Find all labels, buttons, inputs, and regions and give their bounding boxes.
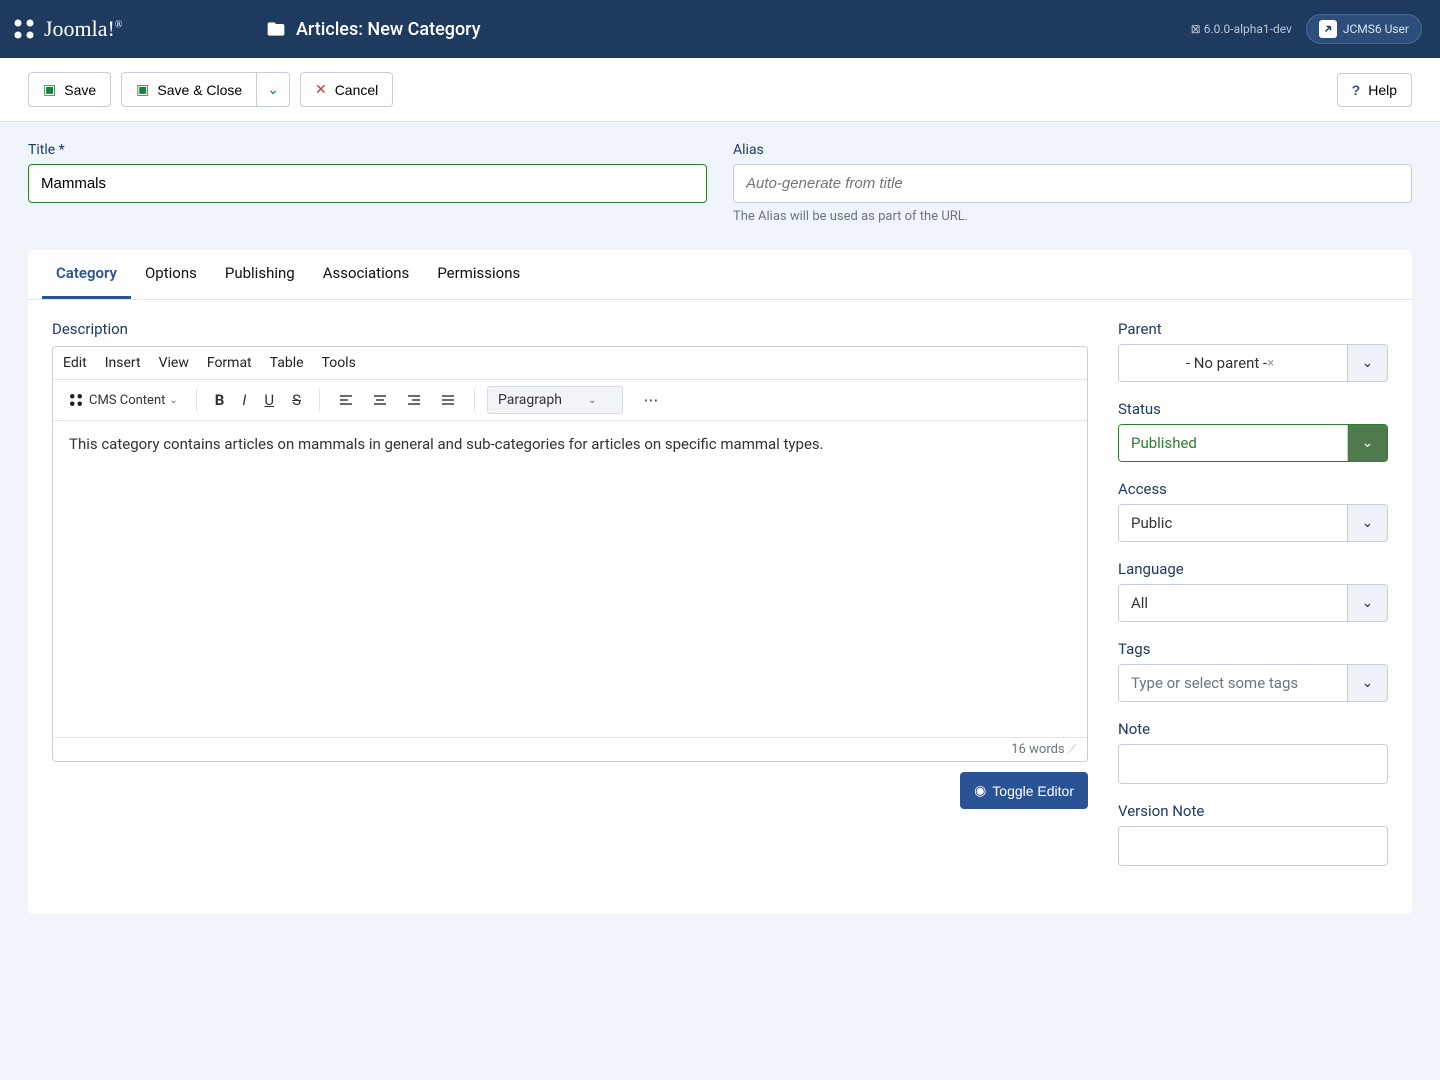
note-label: Note: [1118, 720, 1388, 738]
underline-button[interactable]: U: [258, 387, 280, 413]
user-menu[interactable]: JCMS6 User: [1306, 14, 1422, 44]
chevron-down-icon: ⌄: [1347, 345, 1387, 381]
toggle-editor-button[interactable]: ◉ Toggle Editor: [960, 772, 1088, 809]
save-close-dropdown[interactable]: ⌄: [256, 72, 290, 107]
strikethrough-button[interactable]: S: [286, 387, 307, 413]
external-link-icon: [1319, 20, 1337, 38]
language-label: Language: [1118, 560, 1388, 578]
language-select[interactable]: All ⌄: [1118, 584, 1388, 622]
user-name: JCMS6 User: [1343, 22, 1409, 36]
parent-select[interactable]: - No parent -× ⌄: [1118, 344, 1388, 382]
tab-permissions[interactable]: Permissions: [423, 250, 534, 299]
tags-select[interactable]: Type or select some tags ⌄: [1118, 664, 1388, 702]
eye-icon: ◉: [974, 782, 986, 799]
save-close-group: ▣ Save & Close ⌄: [121, 72, 290, 107]
note-input[interactable]: [1118, 744, 1388, 784]
editor: Edit Insert View Format Table Tools CMS …: [52, 346, 1088, 762]
editor-body[interactable]: This category contains articles on mamma…: [53, 421, 1087, 737]
menu-insert[interactable]: Insert: [105, 355, 141, 371]
clear-icon[interactable]: ×: [1267, 356, 1280, 371]
version-note-label: Version Note: [1118, 802, 1388, 820]
alias-hint: The Alias will be used as part of the UR…: [733, 209, 1412, 224]
title-label: Title *: [28, 142, 707, 158]
word-count: 16 words ⟋: [53, 737, 1087, 761]
side-panel: Parent - No parent -× ⌄ Status Published…: [1118, 320, 1388, 884]
tab-publishing[interactable]: Publishing: [211, 250, 309, 299]
chevron-down-icon: ⌄: [267, 81, 279, 98]
cancel-button[interactable]: ✕ Cancel: [300, 72, 393, 107]
folder-icon: [266, 19, 286, 39]
form-header: Title * Alias The Alias will be used as …: [0, 122, 1440, 232]
cms-content-button[interactable]: CMS Content ⌄: [61, 387, 184, 413]
logo-area: Joomla!®: [0, 16, 254, 42]
close-icon: ✕: [315, 81, 327, 98]
page-title-area: Articles: New Category: [254, 19, 481, 40]
access-label: Access: [1118, 480, 1388, 498]
tab-associations[interactable]: Associations: [309, 250, 424, 299]
more-button[interactable]: ⋯: [637, 387, 664, 413]
alias-input[interactable]: [733, 164, 1412, 203]
status-label: Status: [1118, 400, 1388, 418]
access-select[interactable]: Public ⌄: [1118, 504, 1388, 542]
help-button[interactable]: ? Help: [1337, 73, 1412, 107]
tags-label: Tags: [1118, 640, 1388, 658]
menu-table[interactable]: Table: [270, 355, 304, 371]
tab-content: Description Edit Insert View Format Tabl…: [28, 300, 1412, 914]
version-note-input[interactable]: [1118, 826, 1388, 866]
chevron-down-icon: ⌄: [169, 395, 177, 406]
align-center-button[interactable]: [366, 388, 394, 412]
parent-label: Parent: [1118, 320, 1388, 338]
menu-tools[interactable]: Tools: [322, 355, 356, 371]
editor-menubar: Edit Insert View Format Table Tools: [53, 347, 1087, 380]
align-right-button[interactable]: [400, 388, 428, 412]
tab-category[interactable]: Category: [42, 250, 131, 299]
save-button[interactable]: ▣ Save: [28, 72, 111, 107]
align-justify-button[interactable]: [434, 388, 462, 412]
joomla-logo-icon: [12, 17, 36, 41]
chevron-down-icon: ⌄: [588, 395, 596, 406]
chevron-down-icon: ⌄: [1347, 585, 1387, 621]
alias-label: Alias: [733, 142, 1412, 158]
brand-name: Joomla!®: [44, 16, 123, 42]
chevron-down-icon: ⌄: [1347, 425, 1387, 461]
version-label: ⊠ 6.0.0-alpha1-dev: [1191, 22, 1292, 36]
app-header: Joomla!® Articles: New Category ⊠ 6.0.0-…: [0, 0, 1440, 58]
save-icon: ▣: [136, 81, 149, 98]
tab-options[interactable]: Options: [131, 250, 211, 299]
help-icon: ?: [1352, 82, 1361, 98]
save-close-button[interactable]: ▣ Save & Close: [121, 72, 256, 107]
editor-toolbar: CMS Content ⌄ B I U S: [53, 380, 1087, 421]
main-card: Category Options Publishing Associations…: [28, 250, 1412, 914]
chevron-down-icon: ⌄: [1347, 505, 1387, 541]
save-icon: ▣: [43, 81, 56, 98]
tab-bar: Category Options Publishing Associations…: [28, 250, 1412, 300]
align-left-button[interactable]: [332, 388, 360, 412]
action-toolbar: ▣ Save ▣ Save & Close ⌄ ✕ Cancel ? Help: [0, 58, 1440, 122]
menu-edit[interactable]: Edit: [63, 355, 87, 371]
menu-view[interactable]: View: [159, 355, 189, 371]
italic-button[interactable]: I: [236, 387, 252, 413]
description-label: Description: [52, 320, 1088, 338]
chevron-down-icon: ⌄: [1347, 665, 1387, 701]
status-select[interactable]: Published ⌄: [1118, 424, 1388, 462]
header-right: ⊠ 6.0.0-alpha1-dev JCMS6 User: [1191, 14, 1440, 44]
bold-button[interactable]: B: [209, 387, 231, 413]
menu-format[interactable]: Format: [207, 355, 252, 371]
block-format-select[interactable]: Paragraph ⌄: [487, 386, 623, 414]
page-title: Articles: New Category: [296, 19, 481, 40]
title-input[interactable]: [28, 164, 707, 203]
joomla-small-icon: [67, 391, 85, 409]
